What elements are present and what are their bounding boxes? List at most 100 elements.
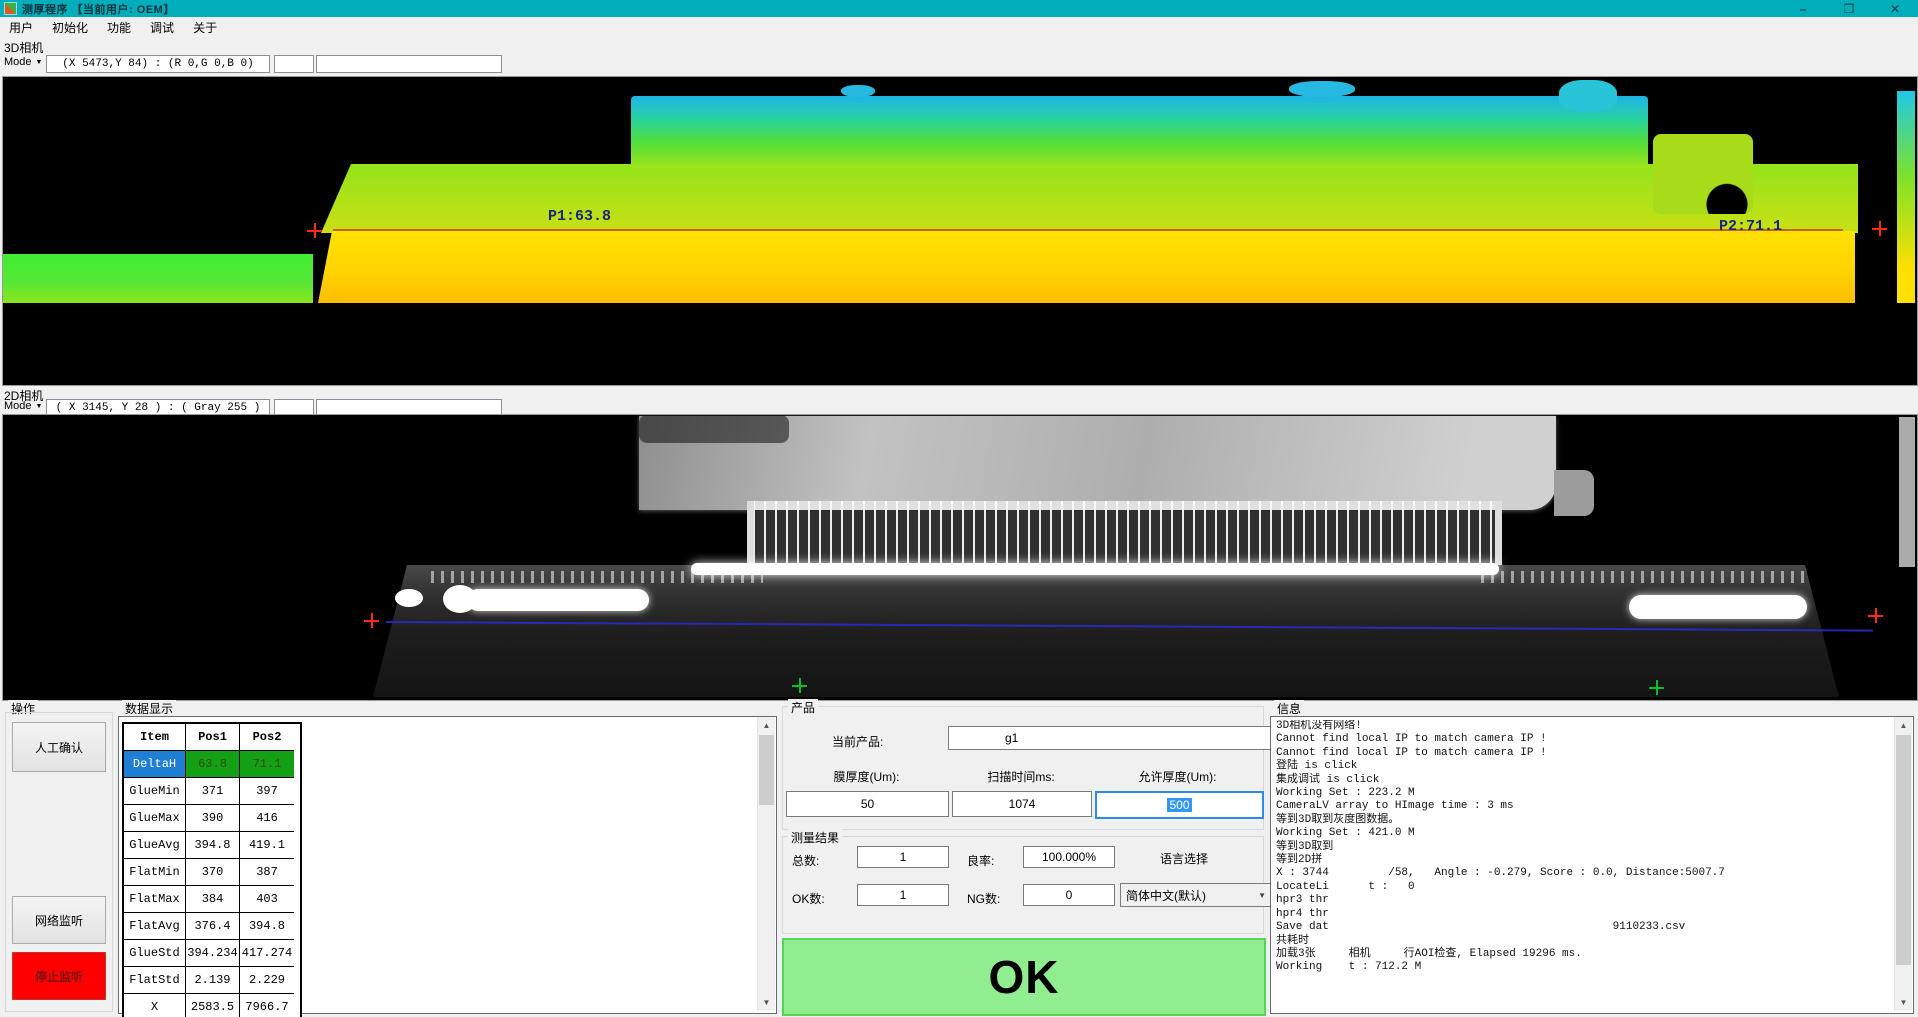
current-product-input[interactable]: g1 bbox=[948, 726, 1314, 750]
info-log: 3D相机没有网络!Cannot find local IP to match c… bbox=[1276, 720, 1892, 1010]
scroll-down-icon[interactable]: ▼ bbox=[758, 994, 775, 1011]
scroll-up-icon[interactable]: ▲ bbox=[758, 717, 775, 734]
camera3d-mode-dropdown[interactable]: Mode ▼ bbox=[4, 56, 42, 68]
table-header-item: Item bbox=[124, 724, 186, 751]
heightmap-red-edge-line bbox=[333, 229, 1843, 231]
p1-measurement-annotation: P1:63.8 bbox=[548, 208, 611, 225]
heightmap-hook-shape bbox=[1653, 134, 1753, 214]
camera2d-viewport[interactable] bbox=[2, 414, 1918, 701]
table-row[interactable]: DeltaH63.871.1 bbox=[124, 751, 300, 778]
scroll-down-icon[interactable]: ▼ bbox=[1895, 994, 1912, 1011]
yield-input[interactable]: 100.000% bbox=[1023, 846, 1115, 868]
table-cell-pos2: 2.229 bbox=[240, 967, 294, 994]
maximize-button[interactable]: ❐ bbox=[1826, 0, 1872, 17]
table-cell-item: FlatMin bbox=[124, 859, 186, 886]
total-input[interactable]: 1 bbox=[857, 846, 949, 868]
allow-thickness-label: 允许厚度(Um): bbox=[1095, 768, 1260, 785]
crosshair-marker-right bbox=[1868, 608, 1883, 623]
menu-init[interactable]: 初始化 bbox=[52, 19, 88, 36]
scrollbar-thumb[interactable] bbox=[759, 735, 774, 805]
measurement-group-label: 测量结果 bbox=[788, 829, 842, 846]
scan-time-input[interactable]: 1074 bbox=[952, 791, 1092, 817]
log-line: 加载3张 相机 行AOI检查, Elapsed 19296 ms. bbox=[1276, 948, 1892, 961]
scrollbar-thumb[interactable] bbox=[1896, 735, 1911, 965]
allow-thickness-input[interactable]: 500 bbox=[1095, 791, 1264, 819]
table-row[interactable]: FlatMin370387 bbox=[124, 859, 300, 886]
stop-listen-button[interactable]: 停止监听 bbox=[12, 952, 106, 1000]
table-header-pos2: Pos2 bbox=[240, 724, 294, 751]
chevron-down-icon: ▼ bbox=[1258, 891, 1266, 900]
app-window: 测厚程序 【当前用户: OEM】 – ❐ ✕ 用户 初始化 功能 调试 关于 3… bbox=[0, 0, 1918, 1017]
manual-confirm-button[interactable]: 人工确认 bbox=[12, 722, 106, 772]
table-cell-item: GlueMax bbox=[124, 805, 186, 832]
ng-count-label: NG数: bbox=[967, 890, 1000, 907]
fixture-base bbox=[373, 565, 1839, 697]
camera3d-mode-bar: Mode ▼ (X 5473,Y 84) : (R 0,G 0,B 0) bbox=[0, 55, 1918, 73]
ok-count-label: OK数: bbox=[792, 890, 825, 907]
table-cell-pos2: 71.1 bbox=[240, 751, 294, 778]
menu-debug[interactable]: 调试 bbox=[150, 19, 174, 36]
camera3d-label: 3D相机 bbox=[4, 39, 43, 56]
table-row[interactable]: GlueStd394.234417.274 bbox=[124, 940, 300, 967]
table-row[interactable]: GlueAvg394.8419.1 bbox=[124, 832, 300, 859]
log-line: X : 3744 /58, Angle : -0.279, Score : 0.… bbox=[1276, 867, 1892, 880]
table-cell-pos1: 2583.5 bbox=[186, 994, 240, 1017]
pcb-dark-patch bbox=[639, 415, 789, 443]
ok-count-input[interactable]: 1 bbox=[857, 884, 949, 906]
green-crosshair-right bbox=[1649, 680, 1664, 695]
table-row[interactable]: GlueMin371397 bbox=[124, 778, 300, 805]
table-cell-pos2: 417.274 bbox=[240, 940, 294, 967]
table-row[interactable]: FlatMax384403 bbox=[124, 886, 300, 913]
table-cell-pos1: 394.8 bbox=[186, 832, 240, 859]
log-line: 共耗时 bbox=[1276, 935, 1892, 948]
table-cell-pos1: 384 bbox=[186, 886, 240, 913]
network-listen-button[interactable]: 网络监听 bbox=[12, 896, 106, 944]
table-cell-item: GlueMin bbox=[124, 778, 186, 805]
total-label: 总数: bbox=[792, 852, 819, 869]
table-header-pos1: Pos1 bbox=[186, 724, 240, 751]
table-row[interactable]: X2583.57966.7 bbox=[124, 994, 300, 1017]
camera3d-viewport[interactable]: P1:63.8 P2:71.1 bbox=[2, 76, 1918, 386]
table-cell-pos2: 419.1 bbox=[240, 832, 294, 859]
log-line: 等到3D取到 bbox=[1276, 841, 1892, 854]
data-table-rows: DeltaH63.871.1GlueMin371397GlueMax390416… bbox=[124, 751, 300, 1017]
table-cell-pos1: 371 bbox=[186, 778, 240, 805]
heightmap-blob-1 bbox=[841, 85, 875, 97]
minimize-button[interactable]: – bbox=[1780, 0, 1826, 17]
menu-about[interactable]: 关于 bbox=[193, 19, 217, 36]
ng-count-input[interactable]: 0 bbox=[1023, 884, 1115, 906]
mode-label: Mode bbox=[4, 56, 32, 68]
app-icon bbox=[4, 2, 17, 15]
table-cell-pos1: 2.139 bbox=[186, 967, 240, 994]
table-cell-item: FlatMax bbox=[124, 886, 186, 913]
table-cell-pos2: 416 bbox=[240, 805, 294, 832]
data-display-scrollbar[interactable]: ▲ ▼ bbox=[757, 717, 775, 1011]
glue-pill-right bbox=[1629, 595, 1807, 619]
crosshair-marker-right bbox=[1872, 221, 1887, 236]
current-product-label: 当前产品: bbox=[832, 733, 883, 750]
table-cell-item: GlueAvg bbox=[124, 832, 186, 859]
scroll-up-icon[interactable]: ▲ bbox=[1895, 717, 1912, 734]
info-group-label: 信息 bbox=[1274, 700, 1304, 717]
table-row[interactable]: FlatStd2.1392.229 bbox=[124, 967, 300, 994]
table-cell-pos1: 63.8 bbox=[186, 751, 240, 778]
menu-function[interactable]: 功能 bbox=[107, 19, 131, 36]
camera3d-pixel-readout: (X 5473,Y 84) : (R 0,G 0,B 0) bbox=[46, 55, 270, 73]
menu-user[interactable]: 用户 bbox=[9, 19, 33, 36]
scan-time-label: 扫描时间ms: bbox=[952, 768, 1090, 785]
film-thickness-input[interactable]: 50 bbox=[786, 791, 949, 817]
table-cell-item: FlatAvg bbox=[124, 913, 186, 940]
heightmap-right-sliver bbox=[1897, 91, 1915, 303]
table-cell-pos1: 370 bbox=[186, 859, 240, 886]
language-dropdown[interactable]: 简体中文(默认) ▼ bbox=[1120, 883, 1272, 907]
log-line: 集成调试 is click bbox=[1276, 774, 1892, 787]
close-button[interactable]: ✕ bbox=[1872, 0, 1918, 17]
table-row[interactable]: FlatAvg376.4394.8 bbox=[124, 913, 300, 940]
log-line: LocateLi t : 0 bbox=[1276, 881, 1892, 894]
language-select-label: 语言选择 bbox=[1160, 850, 1250, 867]
camera2d-mode-dropdown[interactable]: Mode ▼ bbox=[4, 400, 42, 412]
chevron-down-icon: ▼ bbox=[36, 403, 43, 410]
pcb-right-tab bbox=[1554, 470, 1594, 516]
info-scrollbar[interactable]: ▲ ▼ bbox=[1894, 717, 1912, 1011]
table-row[interactable]: GlueMax390416 bbox=[124, 805, 300, 832]
